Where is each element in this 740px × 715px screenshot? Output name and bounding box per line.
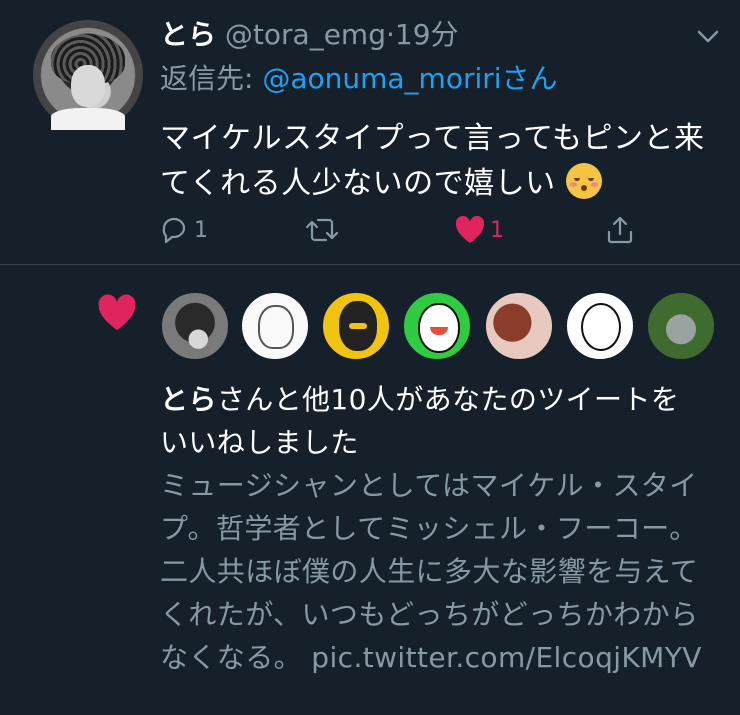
tweet-body: マイケルスタイプって言ってもピンと来てくれる人少ないので嬉しい <box>160 116 720 206</box>
liker-avatar[interactable] <box>646 291 716 361</box>
retweet-button[interactable] <box>304 212 344 248</box>
liked-tweet-text[interactable]: ミュージシャンとしてはマイケル・スタイプ。哲学者としてミッシェル・フーコー。二人… <box>160 464 705 679</box>
reply-icon <box>162 217 186 244</box>
handle[interactable]: @tora_emg <box>225 18 386 51</box>
liker-avatar[interactable] <box>240 291 310 361</box>
reply-prefix: 返信先: <box>160 62 263 95</box>
separator: · <box>385 18 395 51</box>
reply-to-link[interactable]: @aonuma_moririさん <box>262 62 557 95</box>
like-notification-text[interactable]: とらさんと他10人があなたのツイートをいいねしました <box>160 378 705 464</box>
tweet-text: マイケルスタイプって言ってもピンと来てくれる人少ないので嬉しい <box>160 121 705 201</box>
share-button[interactable] <box>604 212 636 248</box>
tweet-header: とら @tora_emg·19分 <box>160 16 459 54</box>
author-avatar[interactable] <box>33 20 143 130</box>
divider <box>0 264 740 265</box>
liker-avatar[interactable] <box>402 291 472 361</box>
notification-summary: さんと他10人があなたのツイートをいいねしました <box>160 383 680 459</box>
display-name[interactable]: とら <box>160 18 216 51</box>
heart-icon <box>98 294 136 331</box>
liker-avatar[interactable] <box>321 291 391 361</box>
liker-avatar[interactable] <box>484 291 554 361</box>
chevron-down-icon[interactable] <box>694 22 722 50</box>
timestamp[interactable]: 19分 <box>395 18 459 51</box>
like-count: 1 <box>490 217 504 243</box>
liker-avatar[interactable] <box>160 291 230 361</box>
share-icon <box>607 216 633 244</box>
avatar-face <box>71 65 105 107</box>
heart-icon <box>455 215 485 243</box>
liker-avatar[interactable] <box>565 291 635 361</box>
reply-context: 返信先: @aonuma_moririさん <box>160 60 558 98</box>
reply-count: 1 <box>194 217 208 243</box>
avatar-shirt <box>51 108 125 130</box>
kissing-smiling-eyes-emoji <box>565 163 602 199</box>
reply-button[interactable]: 1 <box>160 212 208 248</box>
liker-name[interactable]: とら <box>160 383 217 416</box>
like-button[interactable]: 1 <box>454 212 504 248</box>
retweet-icon <box>305 218 339 242</box>
